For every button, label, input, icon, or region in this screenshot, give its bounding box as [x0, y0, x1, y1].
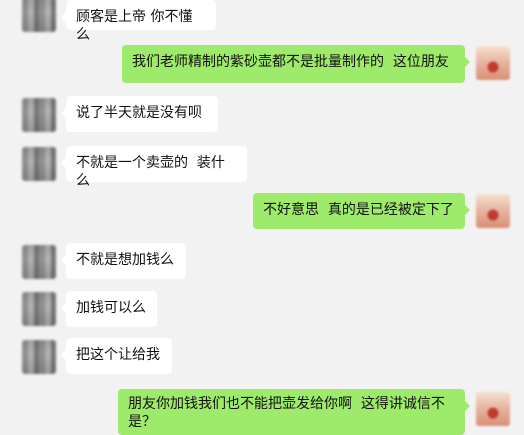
contact-avatar[interactable]: [22, 0, 56, 32]
incoming-message-bubble: 不就是想加钱么: [61, 243, 186, 279]
chat-area: 顾客是上帝 你不懂么 我们老师精制的紫砂壶都不是批量制作的 这位朋友 说了半天就…: [0, 0, 524, 435]
message-row-incoming: 不就是一个卖壶的 装什么: [0, 145, 524, 189]
outgoing-message-bubble: 我们老师精制的紫砂壶都不是批量制作的 这位朋友: [122, 45, 470, 83]
my-avatar[interactable]: [476, 392, 510, 426]
incoming-message-bubble: 加钱可以么: [61, 291, 157, 327]
message-row-outgoing: 我们老师精制的紫砂壶都不是批量制作的 这位朋友: [0, 44, 524, 88]
outgoing-message-bubble: 朋友你加钱我们也不能把壶发给你啊 这得讲诚信不是？: [118, 389, 470, 435]
my-avatar[interactable]: [476, 194, 510, 228]
contact-avatar[interactable]: [22, 245, 56, 279]
contact-avatar[interactable]: [22, 98, 56, 132]
incoming-message-bubble: 说了半天就是没有呗: [61, 96, 218, 132]
incoming-message-bubble: 不就是一个卖壶的 装什么: [61, 146, 247, 189]
message-row-incoming: 顾客是上帝 你不懂么: [0, 0, 524, 43]
contact-avatar[interactable]: [22, 340, 56, 374]
message-row-incoming: 不就是想加钱么: [0, 241, 524, 283]
contact-avatar[interactable]: [22, 292, 56, 326]
message-row-incoming: 加钱可以么: [0, 289, 524, 331]
my-avatar[interactable]: [476, 46, 510, 80]
outgoing-message-bubble: 不好意思 真的是已经被定下了: [253, 193, 470, 229]
message-row-incoming: 说了半天就是没有呗: [0, 94, 524, 136]
message-row-outgoing: 朋友你加钱我们也不能把壶发给你啊 这得讲诚信不是？: [0, 386, 524, 435]
incoming-message-bubble: 顾客是上帝 你不懂么: [61, 0, 216, 43]
contact-avatar[interactable]: [22, 147, 56, 181]
incoming-message-bubble: 把这个让给我: [61, 338, 172, 374]
message-row-incoming: 把这个让给我: [0, 336, 524, 378]
message-row-outgoing: 不好意思 真的是已经被定下了: [0, 191, 524, 233]
